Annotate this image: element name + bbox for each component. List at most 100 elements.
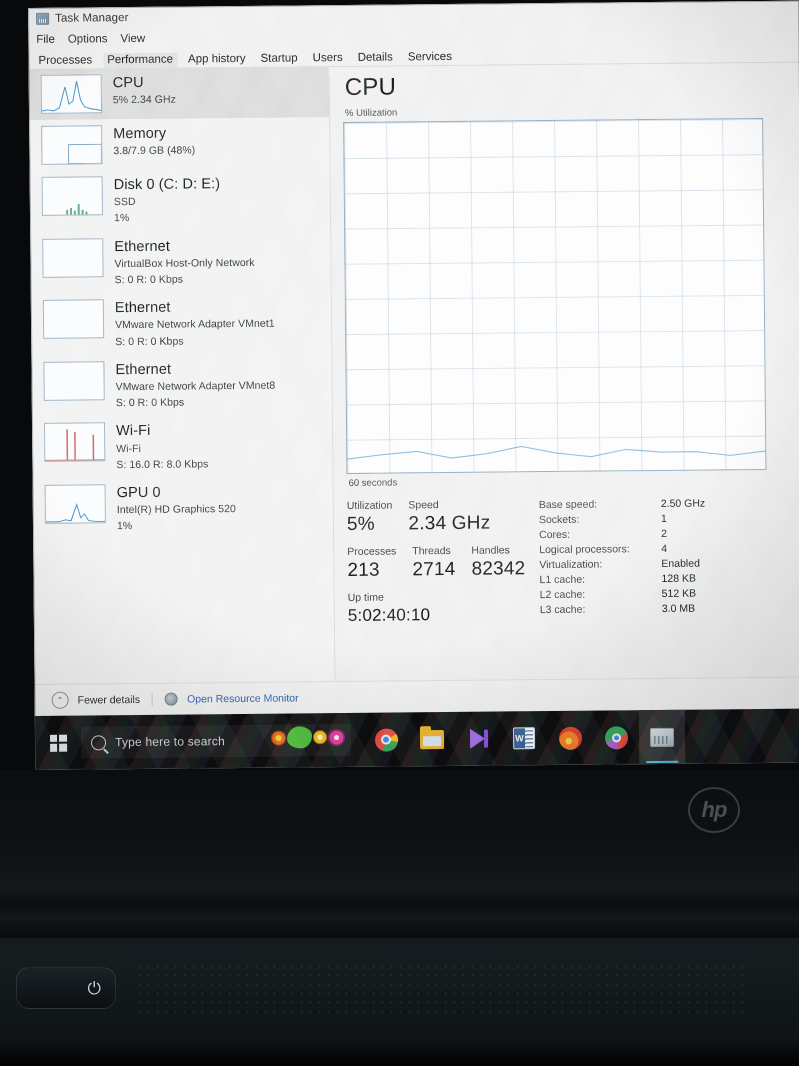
tab-services[interactable]: Services [404, 50, 456, 65]
cpu-detail-panel: CPU % Utilization 60 seconds Utilization… [329, 62, 799, 713]
spec-label: L1 cache: [539, 573, 586, 587]
taskbar-app-word[interactable] [501, 711, 548, 765]
photo-of-laptop: hp ⏻ Task Manager File Options View Proc… [0, 0, 799, 1066]
speaker-grille [135, 962, 745, 1020]
stat-handles: Handles 82342 [471, 544, 525, 581]
stat-value: 5:02:40:10 [347, 605, 431, 625]
stat-row-3: Up time 5:02:40:10 [348, 590, 533, 626]
stat-label: Threads [412, 544, 451, 558]
spec-value: 512 KB [661, 587, 697, 600]
footer-separator [152, 692, 154, 706]
sidebar-item-cpu[interactable]: CPU 5% 2.34 GHz [28, 66, 330, 120]
open-resource-monitor-link[interactable]: Open Resource Monitor [187, 692, 299, 705]
sidebar-item-name: Ethernet [115, 361, 172, 378]
sidebar-item-memory[interactable]: Memory 3.8/7.9 GB (48%) [29, 117, 329, 171]
sidebar-item-disk[interactable]: Disk 0 (C: D: E:) SSD 1% [30, 168, 331, 232]
stat-value: 82342 [471, 558, 526, 580]
taskbar-search-box[interactable]: Type here to search [80, 723, 352, 759]
taskbar-app-chrome[interactable] [363, 712, 410, 766]
stat-uptime: Up time 5:02:40:10 [348, 590, 517, 626]
taskbar-app-file-explorer[interactable] [409, 712, 456, 766]
sidebar-item-name: CPU [112, 74, 144, 92]
taskbar-app-firefox[interactable] [547, 711, 594, 765]
sidebar-text: Ethernet VirtualBox Host-Only Network S:… [114, 236, 255, 287]
taskbar-app-task-manager[interactable] [638, 709, 686, 765]
spec-label: Base speed: [538, 498, 598, 512]
ethernet-sparkline-icon [42, 299, 105, 340]
power-icon: ⏻ [87, 978, 101, 998]
search-decoration-icons [270, 726, 346, 749]
cpu-stats: Utilization 5% Speed 2.34 GHz Processes … [347, 496, 799, 627]
chrome-canary-icon [604, 725, 628, 749]
cpu-utilization-graph [343, 117, 767, 474]
resource-sidebar: CPU 5% 2.34 GHz Memory 3.8/7.9 GB (48%) … [28, 66, 336, 716]
sidebar-item-sub1: VMware Network Adapter VMnet1 [114, 318, 275, 332]
task-manager-icon [36, 12, 50, 25]
windows-taskbar: Type here to search [34, 708, 799, 770]
stat-threads: Threads 2714 [412, 545, 455, 582]
sidebar-item-ethernet-vmnet8[interactable]: Ethernet VMware Network Adapter VMnet8 S… [31, 353, 332, 417]
sidebar-item-ethernet-vmnet1[interactable]: Ethernet VMware Network Adapter VMnet1 S… [31, 291, 332, 355]
stat-row-2: Processes 213 Threads 2714 Handles 82342 [347, 544, 532, 583]
spec-label: L2 cache: [539, 588, 586, 602]
tab-users[interactable]: Users [309, 51, 347, 66]
menu-options[interactable]: Options [68, 33, 108, 45]
sidebar-item-sub2: 1% [113, 212, 130, 225]
cpu-sparkline-icon [40, 74, 103, 114]
spec-value: 1 [660, 512, 667, 525]
tab-details[interactable]: Details [354, 50, 397, 65]
sidebar-item-sub1: SSD [113, 196, 136, 209]
menu-view[interactable]: View [120, 32, 145, 44]
ethernet-sparkline-icon [42, 237, 104, 278]
power-button[interactable]: ⏻ [16, 967, 116, 1009]
sidebar-item-wifi[interactable]: Wi-Fi Wi-Fi S: 16.0 R: 8.0 Kbps [32, 414, 333, 478]
fewer-details-button[interactable]: Fewer details [78, 693, 141, 706]
stat-utilization: Utilization 5% [347, 500, 393, 537]
sidebar-item-gpu[interactable]: GPU 0 Intel(R) HD Graphics 520 1% [33, 476, 334, 540]
visual-studio-icon [467, 728, 489, 750]
stat-speed: Speed 2.34 GHz [408, 499, 490, 537]
cpu-spec-list: Base speed: 2.50 GHz Sockets: 1 Cores: 2… [539, 497, 707, 625]
sidebar-text: Wi-Fi Wi-Fi S: 16.0 R: 8.0 Kbps [116, 422, 208, 472]
stat-value: 5% [346, 513, 375, 536]
sidebar-item-name: Ethernet [114, 238, 170, 255]
sidebar-item-ethernet-virtualbox[interactable]: Ethernet VirtualBox Host-Only Network S:… [30, 230, 331, 294]
spec-label: Virtualization: [539, 558, 603, 572]
menu-file[interactable]: File [36, 33, 55, 45]
tab-startup[interactable]: Startup [256, 51, 301, 66]
windows-logo-icon [49, 734, 67, 752]
tab-performance[interactable]: Performance [103, 52, 178, 69]
sidebar-text: Memory 3.8/7.9 GB (48%) [113, 124, 195, 158]
chevron-up-icon[interactable]: ⌃ [51, 691, 69, 709]
ethernet-sparkline-icon [43, 361, 105, 401]
cpu-utilization-line [347, 445, 766, 460]
start-button[interactable] [35, 716, 82, 770]
sidebar-item-sub2: S: 0 R: 0 Kbps [114, 273, 184, 287]
stat-label: Handles [471, 544, 510, 557]
sidebar-item-name: Memory [113, 125, 167, 143]
window-title: Task Manager [55, 12, 129, 25]
tab-app-history[interactable]: App history [184, 52, 250, 68]
taskbar-app-chrome-canary[interactable] [593, 710, 640, 764]
sidebar-item-sub1: 5% 2.34 GHz [112, 93, 176, 107]
sidebar-item-sub2: S: 0 R: 0 Kbps [115, 396, 185, 410]
stat-value: 2714 [412, 558, 456, 581]
laptop-screen: Task Manager File Options View Processes… [28, 0, 799, 770]
sidebar-item-sub2: 1% [116, 520, 133, 533]
taskbar-app-visual-studio[interactable] [455, 711, 502, 765]
tab-processes[interactable]: Processes [34, 53, 96, 69]
sidebar-item-sub2: S: 0 R: 0 Kbps [115, 335, 184, 348]
spec-label: Logical processors: [539, 543, 630, 557]
sidebar-item-name: GPU 0 [116, 484, 161, 502]
performance-body: CPU 5% 2.34 GHz Memory 3.8/7.9 GB (48%) … [28, 62, 799, 716]
spec-value: 128 KB [661, 572, 697, 585]
task-manager-taskbar-icon [649, 727, 675, 747]
word-icon [512, 727, 536, 750]
search-icon [90, 734, 107, 750]
stat-value: 213 [347, 559, 380, 581]
flower-orange-icon [270, 730, 287, 746]
chrome-icon [374, 727, 398, 752]
disk-sparkline-icon [41, 176, 103, 216]
spec-value: 3.0 MB [661, 602, 696, 615]
taskbar-app-list [363, 709, 686, 767]
